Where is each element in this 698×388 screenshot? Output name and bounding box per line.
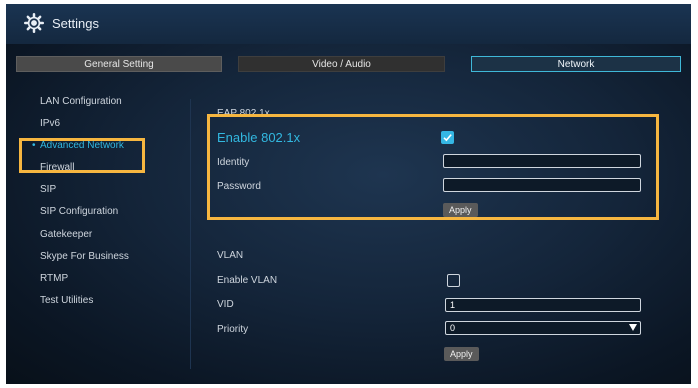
vlan-apply-button[interactable]: Apply [444, 347, 479, 361]
enable-vlan-checkbox[interactable] [447, 274, 460, 287]
priority-label: Priority [217, 324, 249, 335]
sidebar-item-skype-for-business[interactable]: Skype For Business [40, 251, 129, 262]
dropdown-arrow-icon [629, 324, 637, 331]
sidebar-item-rtmp[interactable]: RTMP [40, 273, 68, 284]
priority-dropdown[interactable]: 0 [445, 321, 641, 335]
sidebar-item-sip-configuration[interactable]: SIP Configuration [40, 206, 118, 217]
tab-network[interactable]: Network [471, 56, 681, 72]
vid-input[interactable]: 1 [445, 298, 641, 312]
settings-screen: Settings General Setting Video / Audio N… [6, 4, 691, 384]
vlan-section-title: VLAN [217, 250, 244, 261]
tab-bar: General Setting Video / Audio Network [6, 56, 691, 74]
sidebar-divider [190, 99, 191, 369]
highlight-box-eap [207, 114, 659, 220]
sidebar-item-gatekeeper[interactable]: Gatekeeper [40, 229, 92, 240]
tab-video-audio[interactable]: Video / Audio [238, 56, 445, 72]
sidebar-item-test-utilities[interactable]: Test Utilities [40, 295, 93, 306]
app-title: Settings [52, 16, 99, 31]
tab-general-setting[interactable]: General Setting [16, 56, 222, 72]
sidebar-item-sip[interactable]: SIP [40, 184, 56, 195]
priority-value: 0 [450, 323, 456, 333]
enable-vlan-label: Enable VLAN [217, 275, 278, 286]
sidebar-item-lan-configuration[interactable]: LAN Configuration [40, 96, 122, 107]
title-bar: Settings [6, 4, 691, 44]
sidebar-item-ipv6[interactable]: IPv6 [40, 118, 60, 129]
vid-label: VID [217, 299, 234, 310]
gear-icon [24, 13, 44, 33]
highlight-box-sidebar [19, 138, 145, 173]
